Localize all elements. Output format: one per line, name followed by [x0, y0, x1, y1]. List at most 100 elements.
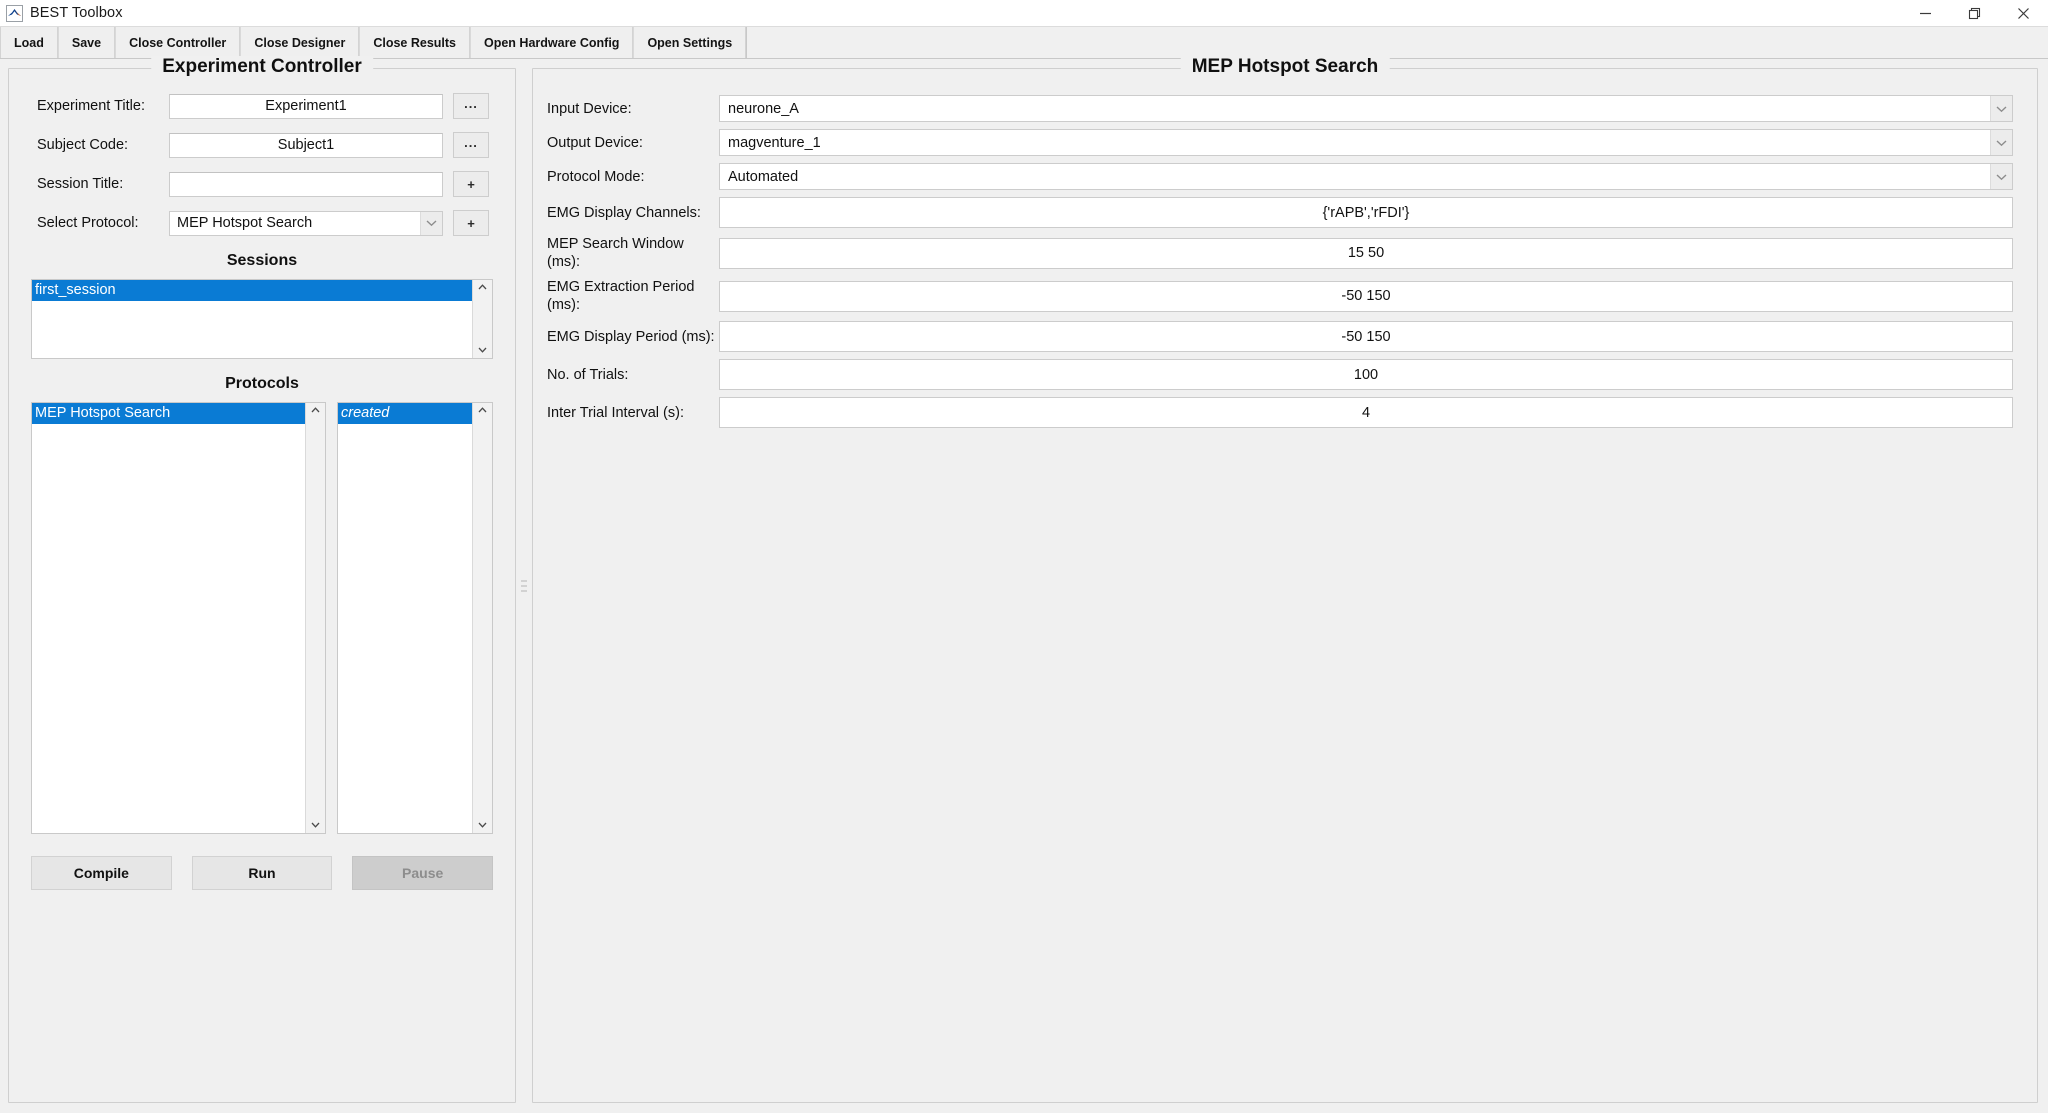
emg-extraction-period-value: -50 150 — [1341, 288, 1391, 304]
output-device-label: Output Device: — [547, 134, 643, 151]
close-controller-button[interactable]: Close Controller — [115, 27, 241, 58]
input-device-label: Input Device: — [547, 100, 632, 117]
inter-trial-interval-field[interactable]: 4 — [719, 397, 2013, 428]
restore-button[interactable] — [1950, 0, 1999, 27]
subject-code-input[interactable]: Subject1 — [169, 132, 443, 158]
session-title-row: Session Title: + — [37, 171, 489, 197]
subject-code-browse-button[interactable]: ... — [453, 132, 489, 158]
protocols-heading: Protocols — [225, 375, 299, 392]
inter-trial-interval-row: Inter Trial Interval (s): 4 — [547, 397, 2013, 428]
list-item[interactable]: created — [338, 403, 472, 424]
protocols-scrollbar[interactable] — [305, 403, 325, 833]
controller-action-buttons: Compile Run Pause — [31, 856, 494, 890]
input-device-field[interactable]: neurone_A — [719, 95, 2013, 122]
chevron-down-icon[interactable] — [1990, 96, 2012, 121]
experiment-title-label: Experiment Title: — [37, 98, 145, 114]
protocol-status-list-items: created — [338, 403, 472, 833]
select-protocol-row: Select Protocol: MEP Hotspot Search + — [37, 210, 489, 236]
window-titlebar: BEST Toolbox — [0, 0, 2048, 27]
matlab-icon — [6, 4, 23, 22]
sessions-list-items: first_session — [32, 280, 472, 358]
close-designer-button[interactable]: Close Designer — [240, 27, 360, 58]
compile-button[interactable]: Compile — [31, 856, 172, 890]
protocol-mode-field[interactable]: Automated — [719, 163, 2013, 190]
input-device-row: Input Device: neurone_A — [547, 95, 2013, 122]
run-button[interactable]: Run — [191, 856, 333, 890]
output-device-field[interactable]: magventure_1 — [719, 129, 2013, 156]
emg-display-period-label: EMG Display Period (ms): — [547, 328, 715, 345]
list-item[interactable]: first_session — [32, 280, 472, 301]
splitter-grip-icon — [521, 579, 527, 592]
add-session-button[interactable]: + — [453, 171, 489, 197]
chevron-down-icon[interactable] — [1990, 164, 2012, 189]
experiment-title-browse-button[interactable]: ... — [453, 93, 489, 119]
inter-trial-interval-value: 4 — [1361, 404, 1371, 421]
emg-extraction-period-row: EMG Extraction Period (ms): -50 150 — [547, 278, 2013, 314]
output-device-row: Output Device: magventure_1 — [547, 129, 2013, 156]
mep-search-window-row: MEP Search Window (ms): 15 50 — [547, 235, 2013, 271]
emg-extraction-period-field[interactable]: -50 150 — [719, 280, 2013, 312]
open-hardware-config-button[interactable]: Open Hardware Config — [470, 27, 634, 58]
list-item[interactable]: MEP Hotspot Search — [32, 403, 305, 424]
scroll-up-icon[interactable] — [478, 406, 487, 415]
experiment-title-input[interactable]: Experiment1 — [169, 93, 443, 119]
scroll-up-icon[interactable] — [311, 406, 320, 415]
scroll-down-icon[interactable] — [311, 821, 320, 830]
protocol-mode-value: Automated — [728, 168, 799, 185]
protocols-listbox[interactable]: MEP Hotspot Search — [31, 402, 326, 834]
subject-code-label: Subject Code: — [37, 137, 129, 153]
protocol-mode-label: Protocol Mode: — [547, 168, 645, 185]
sessions-listbox[interactable]: first_session — [31, 279, 493, 359]
chevron-down-icon[interactable] — [420, 211, 442, 235]
emg-display-period-row: EMG Display Period (ms): -50 150 — [547, 321, 2013, 352]
add-protocol-button[interactable]: + — [453, 210, 489, 236]
no-of-trials-row: No. of Trials: 100 — [547, 359, 2013, 390]
experiment-title-row: Experiment Title: Experiment1 ... — [37, 93, 489, 119]
experiment-controller-form: Experiment Title: Experiment1 ... Subjec… — [9, 69, 515, 236]
chevron-down-icon[interactable] — [1990, 130, 2012, 155]
load-button[interactable]: Load — [0, 27, 58, 58]
save-button[interactable]: Save — [57, 27, 116, 58]
protocol-status-scrollbar[interactable] — [472, 403, 492, 833]
no-of-trials-field[interactable]: 100 — [719, 359, 2013, 390]
main-content: Experiment Controller Experiment Title: … — [0, 56, 2048, 1113]
sessions-scrollbar[interactable] — [472, 280, 492, 358]
protocols-list-items: MEP Hotspot Search — [32, 403, 305, 833]
main-toolbar: Load Save Close Controller Close Designe… — [0, 27, 2048, 59]
protocol-designer-panel: MEP Hotspot Search Input Device: neurone… — [532, 56, 2038, 1103]
panel-splitter[interactable] — [516, 68, 532, 1103]
emg-extraction-period-label: EMG Extraction Period (ms): — [547, 279, 695, 313]
scroll-down-icon[interactable] — [478, 821, 487, 830]
protocol-settings-form: Input Device: neurone_A Output Device: m… — [533, 69, 2037, 428]
session-title-input[interactable] — [169, 171, 443, 197]
close-button[interactable] — [1999, 0, 2048, 27]
protocols-lists-row: MEP Hotspot Search created — [31, 402, 493, 834]
experiment-controller-panel: Experiment Controller Experiment Title: … — [8, 56, 516, 1103]
scroll-up-icon[interactable] — [478, 283, 487, 292]
experiment-controller-title: Experiment Controller — [151, 56, 373, 78]
minimize-button[interactable] — [1901, 0, 1950, 27]
emg-display-channels-label: EMG Display Channels: — [547, 204, 701, 221]
titlebar-left: BEST Toolbox — [0, 4, 123, 22]
sessions-heading: Sessions — [226, 252, 298, 269]
select-protocol-dropdown[interactable]: MEP Hotspot Search — [169, 210, 443, 236]
no-of-trials-label: No. of Trials: — [547, 366, 629, 383]
window-controls — [1901, 0, 2048, 27]
open-settings-button[interactable]: Open Settings — [633, 27, 747, 58]
protocol-mode-row: Protocol Mode: Automated — [547, 163, 2013, 190]
close-results-button[interactable]: Close Results — [359, 27, 470, 58]
protocol-status-listbox[interactable]: created — [337, 402, 493, 834]
emg-display-period-field[interactable]: -50 150 — [719, 321, 2013, 352]
protocol-panel-title: MEP Hotspot Search — [1180, 56, 1390, 78]
emg-display-channels-row: EMG Display Channels: {'rAPB','rFDI'} — [547, 197, 2013, 228]
select-protocol-label: Select Protocol: — [37, 215, 139, 231]
mep-search-window-field[interactable]: 15 50 — [719, 237, 2013, 269]
toolbar-button-group: Load Save Close Controller Close Designe… — [0, 27, 748, 58]
emg-display-channels-value: {'rAPB','rFDI'} — [1322, 204, 1410, 221]
window-title: BEST Toolbox — [30, 5, 123, 21]
inter-trial-interval-label: Inter Trial Interval (s): — [547, 404, 684, 421]
scroll-down-icon[interactable] — [478, 346, 487, 355]
output-device-value: magventure_1 — [728, 134, 821, 151]
select-protocol-value: MEP Hotspot Search — [177, 215, 313, 231]
emg-display-channels-field[interactable]: {'rAPB','rFDI'} — [719, 197, 2013, 228]
